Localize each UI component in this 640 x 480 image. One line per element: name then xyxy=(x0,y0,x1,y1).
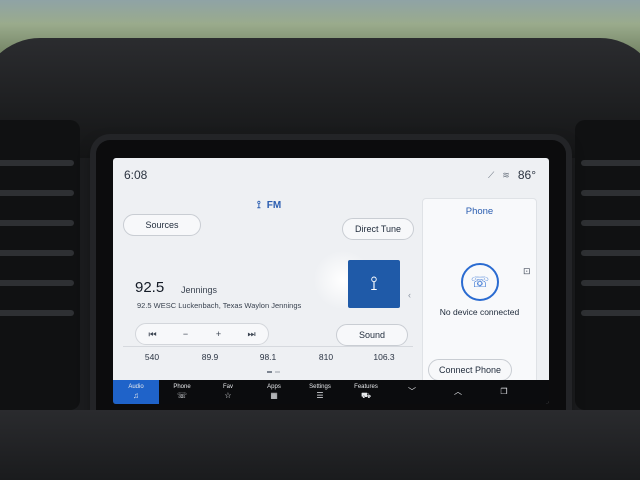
tune-down-button[interactable]: − xyxy=(174,329,198,339)
preset-page-indicator xyxy=(267,371,280,373)
connect-phone-button[interactable]: Connect Phone xyxy=(428,359,512,381)
pin-icon[interactable]: ⊡ xyxy=(523,266,531,277)
preset-2[interactable]: 89.9 xyxy=(186,352,234,362)
preset-4[interactable]: 810 xyxy=(302,352,350,362)
clock: 6:08 xyxy=(124,168,148,182)
band-indicator: ⟟ FM xyxy=(257,200,281,211)
sliders-icon: ☰ xyxy=(316,390,324,400)
right-air-vent xyxy=(575,120,640,410)
wifi-icon: ≋ xyxy=(502,169,510,180)
no-signal-icon: ⟋ xyxy=(487,169,495,180)
bottom-nav-bar: Audio ♫ Phone ☏ Fav ☆ Apps ▦ Settings ☰ … xyxy=(113,380,549,404)
nav-label: Apps xyxy=(267,383,281,390)
seek-back-button[interactable]: ⏮ xyxy=(141,329,165,340)
preset-bar: 540 89.9 98.1 810 106.3 xyxy=(123,346,413,368)
preset-5[interactable]: 106.3 xyxy=(360,352,408,362)
nav-apps[interactable]: Apps ▦ xyxy=(251,380,297,404)
chevron-left-icon[interactable]: ‹ xyxy=(408,290,411,300)
status-bar: 6:08 ⟋ ≋ 86° xyxy=(113,158,549,194)
nav-label: Fav xyxy=(222,383,233,390)
phone-card-title: Phone xyxy=(465,206,494,217)
nav-audio[interactable]: Audio ♫ xyxy=(113,380,159,404)
apps-grid-icon: ▦ xyxy=(270,390,278,400)
infotainment-screen: 6:08 ⟋ ≋ 86° ⟟ FM Sources Direct Tune 92… xyxy=(113,158,549,404)
seek-forward-button[interactable]: ⏭ xyxy=(240,329,264,340)
nav-multitask[interactable]: ❐ xyxy=(481,380,527,404)
station-name: Jennings xyxy=(181,285,218,295)
chevron-up-icon: ︿ xyxy=(454,387,462,396)
phone-status: No device connected xyxy=(439,307,520,317)
nav-label: Phone xyxy=(173,383,191,390)
outside-temperature: 86° xyxy=(517,168,536,182)
phone-icon: ☏ xyxy=(461,263,499,301)
nav-label: Audio xyxy=(128,383,144,390)
sound-button[interactable]: Sound xyxy=(336,324,408,346)
phone-card: Phone ☏ No device connected Connect Phon… xyxy=(422,198,537,386)
nav-label: Features xyxy=(354,383,378,390)
status-icons: ⟋ ≋ 86° xyxy=(488,168,536,182)
star-icon: ☆ xyxy=(224,390,232,400)
nav-settings[interactable]: Settings ☰ xyxy=(297,380,343,404)
direct-tune-button[interactable]: Direct Tune xyxy=(342,218,414,240)
antenna-icon: ⟟ xyxy=(257,200,261,211)
phone-handset-icon: ☏ xyxy=(176,390,187,400)
chevron-down-icon: ﹀ xyxy=(408,387,416,396)
radio-tower-icon: ⟟ xyxy=(370,272,378,295)
preset-1[interactable]: 540 xyxy=(128,352,176,362)
nav-minimize[interactable]: ﹀ xyxy=(389,380,435,404)
car-icon: ⛟ xyxy=(360,390,372,400)
current-frequency: 92.5 xyxy=(135,279,165,296)
left-air-vent xyxy=(0,120,80,410)
station-artwork: ⟟ xyxy=(348,260,400,308)
nav-label: Settings xyxy=(309,383,331,390)
tuning-controls: ⏮ − + ⏭ xyxy=(135,323,269,345)
rds-text: 92.5 WESC Luckenbach, Texas Waylon Jenni… xyxy=(137,301,302,310)
nav-fav[interactable]: Fav ☆ xyxy=(205,380,251,404)
tune-up-button[interactable]: + xyxy=(207,329,231,339)
nav-phone[interactable]: Phone ☏ xyxy=(159,380,205,404)
nav-expand[interactable]: ︿ xyxy=(435,380,481,404)
nav-features[interactable]: Features ⛟ xyxy=(343,380,389,404)
band-label: FM xyxy=(266,200,282,211)
preset-3[interactable]: 98.1 xyxy=(244,352,292,362)
sources-button[interactable]: Sources xyxy=(123,214,201,236)
music-note-icon: ♫ xyxy=(133,390,139,400)
dashboard-bottom xyxy=(0,410,640,480)
windows-icon: ❐ xyxy=(500,387,508,396)
